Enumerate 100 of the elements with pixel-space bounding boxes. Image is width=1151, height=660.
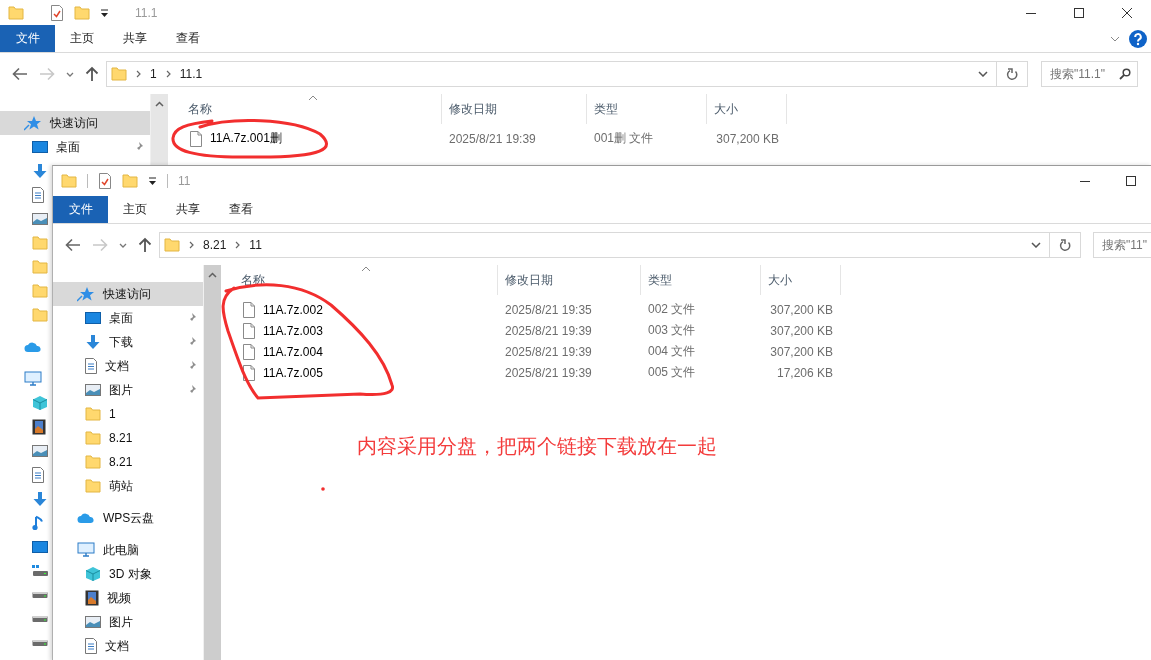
nav-item[interactable]: 桌面 — [0, 135, 150, 159]
scroll-up-icon — [208, 272, 217, 278]
column-header[interactable]: 大小 — [761, 265, 841, 295]
folder-icon — [32, 284, 48, 298]
breadcrumb[interactable]: 8.21 — [203, 238, 227, 252]
window-title: 11 — [178, 174, 191, 188]
nav-item[interactable]: 此电脑 — [53, 538, 203, 562]
cube-icon — [32, 395, 48, 411]
column-header[interactable]: 修改日期 — [498, 265, 641, 295]
column-header[interactable]: 修改日期 — [442, 94, 587, 124]
table-cell-text: 307,200 KB — [769, 302, 834, 317]
ribbon-tab[interactable]: 共享 — [108, 25, 161, 52]
music-note-icon — [32, 515, 44, 531]
search-field[interactable]: 搜索"11.1" — [1041, 61, 1138, 87]
ribbon-tab[interactable]: 查看 — [161, 25, 214, 52]
file-icon — [243, 364, 255, 381]
desktop-icon — [85, 312, 101, 324]
refresh-button[interactable] — [1050, 232, 1081, 258]
address-bar[interactable]: 1 11.1 — [106, 61, 997, 87]
nav-item[interactable]: 桌面 — [53, 306, 203, 330]
back-arrow-icon[interactable] — [65, 238, 81, 252]
dropdown-icon[interactable] — [148, 176, 157, 186]
ribbon-tab[interactable]: 文件 — [0, 25, 55, 52]
annotation-note: 内容采用分盘，把两个链接下载放在一起 — [357, 434, 717, 459]
nav-item[interactable]: 快速访问 — [53, 282, 203, 306]
ribbon-tab[interactable]: 主页 — [55, 25, 108, 52]
ribbon-tab[interactable]: 共享 — [161, 196, 214, 223]
ribbon-tab[interactable]: 主页 — [108, 196, 161, 223]
picture-icon — [85, 616, 101, 628]
column-header[interactable]: 类型 — [587, 94, 707, 124]
folder-icon — [164, 238, 180, 252]
drive-icon — [32, 639, 48, 647]
maximize-icon — [1074, 7, 1084, 18]
file-name[interactable]: 11A.7z.003 — [263, 323, 323, 338]
picture-icon — [32, 213, 48, 225]
document-icon — [85, 358, 97, 374]
nav-item[interactable]: WPS云盘 — [53, 506, 203, 530]
back-arrow-icon[interactable] — [12, 67, 28, 81]
nav-item[interactable]: 图片 — [53, 610, 203, 634]
nav-item[interactable]: 下载 — [53, 330, 203, 354]
column-header[interactable]: 大小 — [707, 94, 787, 124]
picture-icon — [32, 445, 48, 457]
dropdown-icon[interactable] — [978, 71, 988, 77]
dropdown-icon[interactable] — [100, 7, 109, 18]
nav-item[interactable]: 图片 — [53, 378, 203, 402]
folder-icon — [85, 479, 101, 493]
document-icon — [85, 638, 97, 654]
up-arrow-icon[interactable] — [138, 237, 152, 253]
breadcrumb[interactable]: 11.1 — [179, 67, 203, 81]
help-icon[interactable] — [1129, 29, 1147, 48]
folder-icon — [111, 67, 127, 81]
file-icon — [190, 130, 202, 147]
chevron-down-icon[interactable] — [66, 71, 74, 77]
chevron-down-icon[interactable] — [1110, 35, 1120, 42]
file-name[interactable]: 11A.7z.004 — [263, 344, 323, 359]
document-icon — [32, 467, 44, 483]
folder-icon — [32, 260, 48, 274]
annotation-dot — [321, 487, 325, 491]
nav-item[interactable]: 3D 对象 — [53, 562, 203, 586]
breadcrumb[interactable]: 1 — [150, 67, 157, 81]
search-icon[interactable] — [1119, 68, 1131, 80]
ribbon-tab[interactable]: 查看 — [214, 196, 267, 223]
nav-item[interactable]: 文档 — [53, 354, 203, 378]
dropdown-icon[interactable] — [1031, 242, 1041, 248]
cloud-icon — [77, 512, 95, 524]
chevron-right-icon — [136, 70, 141, 78]
chevron-down-icon[interactable] — [119, 242, 127, 248]
nav-item[interactable]: 8.21 — [53, 426, 203, 450]
chevron-right-icon — [189, 241, 194, 249]
breadcrumb[interactable]: 11 — [249, 238, 262, 252]
table-cell-text: 2025/8/21 19:39 — [504, 365, 593, 380]
nav-item[interactable]: 1 — [53, 402, 203, 426]
star-icon — [24, 115, 42, 131]
table-cell-text: 2025/8/21 19:39 — [448, 131, 537, 146]
nav-item[interactable]: 萌站 — [53, 474, 203, 498]
properties-icon[interactable] — [98, 173, 112, 189]
cloud-icon — [24, 341, 42, 353]
nav-item[interactable]: 视频 — [53, 586, 203, 610]
file-icon — [243, 343, 255, 360]
search-field[interactable]: 搜索"11" — [1093, 232, 1151, 258]
column-header[interactable]: 名称 — [168, 94, 442, 124]
computer-icon — [24, 371, 42, 387]
folder-icon — [85, 431, 101, 445]
up-arrow-icon[interactable] — [85, 66, 99, 82]
scrollbar[interactable] — [203, 265, 221, 660]
ribbon-tab[interactable]: 文件 — [53, 196, 108, 223]
window-title: 11.1 — [135, 5, 158, 20]
nav-item[interactable]: 文档 — [53, 634, 203, 658]
file-name[interactable]: 11A.7z.001删 — [210, 130, 282, 147]
table-cell-text: 2025/8/21 19:35 — [504, 302, 593, 317]
refresh-button[interactable] — [997, 61, 1028, 87]
chevron-right-icon — [165, 70, 171, 78]
nav-item[interactable]: 8.21 — [53, 450, 203, 474]
file-name[interactable]: 11A.7z.002 — [263, 302, 323, 317]
properties-icon[interactable] — [50, 4, 64, 21]
address-bar[interactable]: 8.21 11 — [159, 232, 1050, 258]
nav-item[interactable]: 快速访问 — [0, 111, 150, 135]
file-name[interactable]: 11A.7z.005 — [263, 365, 323, 380]
network-drive-icon — [32, 565, 48, 577]
column-header[interactable]: 类型 — [641, 265, 761, 295]
